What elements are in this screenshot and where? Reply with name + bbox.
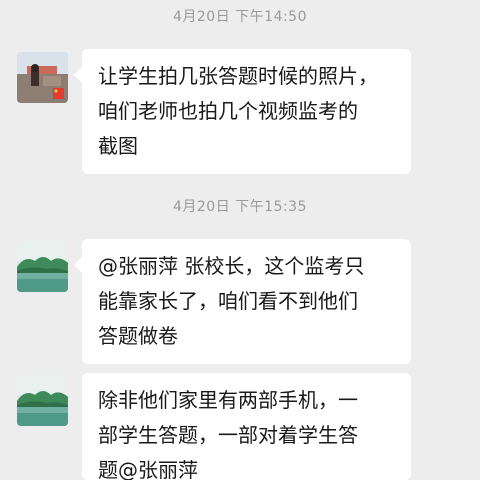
message-bubble[interactable]: 让学生拍几张答题时候的照片， 咱们老师也拍几个视频监考的 截图 xyxy=(74,49,411,174)
message-line: 题@张丽萍 xyxy=(98,458,198,480)
message-line: 除非他们家里有两部手机，一 xyxy=(98,388,358,412)
timestamp: 4月20日 下午14:50 xyxy=(172,9,308,25)
message-line: 能靠家长了，咱们看不到他们 xyxy=(98,289,358,313)
message-line: @张丽萍 张校长，这个监考只 xyxy=(98,254,365,278)
message-bubble[interactable]: 除非他们家里有两部手机，一 部学生答题，一部对着学生答 题@张丽萍 xyxy=(82,373,411,480)
landscape-avatar-icon xyxy=(17,375,68,426)
message-line: 截图 xyxy=(98,134,138,158)
avatar[interactable] xyxy=(17,52,68,103)
avatar[interactable] xyxy=(17,375,68,426)
avatar[interactable] xyxy=(17,241,68,292)
landscape-avatar-icon xyxy=(17,241,68,292)
message-line: 部学生答题，一部对着学生答 xyxy=(98,423,358,447)
photo-avatar-icon xyxy=(17,52,68,103)
chat-window: 4月20日 下午14:50 让学生拍几张答题时候的照片， 咱们老师也拍几个视频监… xyxy=(0,0,480,480)
message-bubble[interactable]: @张丽萍 张校长，这个监考只 能靠家长了，咱们看不到他们 答题做卷 xyxy=(74,239,411,364)
timestamp: 4月20日 下午15:35 xyxy=(172,199,308,215)
message-line: 让学生拍几张答题时候的照片， xyxy=(98,64,378,88)
message-line: 答题做卷 xyxy=(98,324,178,348)
message-line: 咱们老师也拍几个视频监考的 xyxy=(98,99,358,123)
